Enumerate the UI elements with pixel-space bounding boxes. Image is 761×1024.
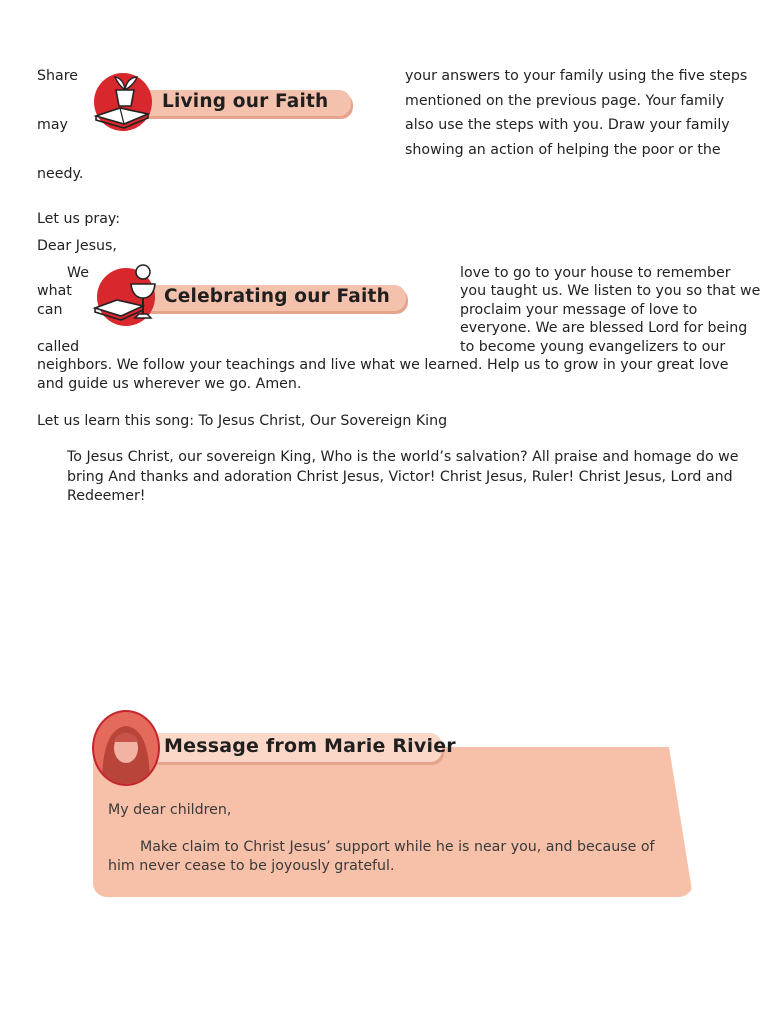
message-greeting: My dear children, <box>108 802 232 818</box>
living-line-4: showing an action of helping the poor or… <box>405 142 721 158</box>
living-word-share: Share <box>37 68 78 84</box>
prayer-word-can: can <box>37 302 63 318</box>
prayer-salutation: Dear Jesus, <box>37 238 117 254</box>
message-body: Make claim to Christ Jesus’ support whil… <box>108 839 655 874</box>
prayer-right-line-2: you taught us. We listen to you so that … <box>460 283 761 299</box>
prayer-word-what: what <box>37 283 72 299</box>
prayer-tail-line-2: and guide us wherever we go. Amen. <box>37 376 302 392</box>
prayer-right-line-4: everyone. We are blessed Lord for being <box>460 320 748 336</box>
prayer-word-we: We <box>67 265 89 281</box>
living-line-2: mentioned on the previous page. Your fam… <box>405 93 725 109</box>
message-heading: Message from Marie Rivier <box>164 735 456 757</box>
celebrating-faith-heading: Celebrating our Faith <box>164 286 390 307</box>
prayer-tail-line-1: neighbors. We follow your teachings and … <box>37 357 729 373</box>
prayer-intro: Let us pray: <box>37 211 121 227</box>
prayer-right-line-1: love to go to your house to remember <box>460 265 731 281</box>
marie-rivier-portrait <box>92 710 160 786</box>
song-intro: Let us learn this song: To Jesus Christ,… <box>37 413 448 429</box>
living-word-may: may <box>37 117 68 133</box>
living-faith-heading: Living our Faith <box>162 91 329 112</box>
prayer-right-line-3: proclaim your message of love to <box>460 302 698 318</box>
prayer-word-called: called <box>37 339 80 355</box>
chalice-book-icon <box>92 264 156 321</box>
prayer-right-line-5: to become young evangelizers to our <box>460 339 726 355</box>
living-line-3: also use the steps with you. Draw your f… <box>405 117 730 133</box>
plant-book-icon <box>93 76 151 129</box>
song-lyrics: To Jesus Christ, our sovereign King, Who… <box>67 449 739 504</box>
living-word-needy: needy. <box>37 166 84 182</box>
living-line-1: your answers to your family using the fi… <box>405 68 748 84</box>
